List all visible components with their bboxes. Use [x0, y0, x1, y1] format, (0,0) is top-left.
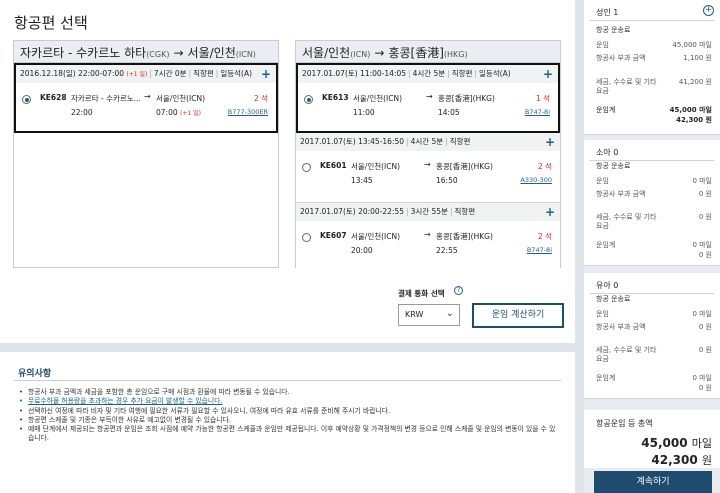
route-header: 자카르타 - 수카르노 하타(CGK) → 서울/인천(ICN): [14, 41, 278, 63]
departure-time: 20:00: [351, 246, 373, 255]
route-column-outbound: 자카르타 - 수카르노 하타(CGK) → 서울/인천(ICN) 2016.12.1…: [13, 40, 279, 268]
route-origin: 서울/인천: [302, 46, 351, 60]
departure-time: 22:00: [71, 108, 93, 117]
aircraft-link[interactable]: B777-300ER: [228, 108, 268, 116]
flight-number: KE628: [40, 93, 67, 102]
route-destination: 서울/인천: [187, 46, 236, 60]
flight-radio[interactable]: [302, 233, 311, 242]
aircraft-link[interactable]: B747-8i: [525, 108, 550, 116]
flight-radio[interactable]: [302, 163, 311, 172]
pax-child: 소아 0 항공 운송료 운임 0 마일 항공사 부과 금액 0 원 세금, 수수료 …: [584, 140, 720, 266]
departure-time: 11:00: [353, 108, 375, 117]
notice-item: 예매 단계에서 제공되는 항공편과 운임은 조회 시점에 예약 가능한 항공편 …: [18, 425, 558, 444]
departure-city: 자카르타 - 수카르노...: [71, 94, 141, 103]
arrival-city: 홍콩[香港](HKG): [436, 162, 493, 171]
flight-radio[interactable]: [22, 95, 31, 104]
pax-infant: 유아 0 항공 운송료 운임 0 마일 항공사 부과 금액 0 원 세금, 수수료 …: [584, 273, 720, 399]
departure-city: 서울/인천(ICN): [353, 94, 403, 103]
route-origin: 자카르타 - 수카르노 하타: [20, 46, 147, 60]
divider: [590, 20, 714, 21]
pax-title: 소아 0: [596, 148, 619, 157]
arrow-right-icon: →: [144, 92, 151, 101]
arrow-right-icon: →: [173, 46, 184, 60]
aircraft-link[interactable]: B747-8i: [527, 246, 552, 254]
arrow-right-icon: →: [424, 160, 431, 169]
flight-radio[interactable]: [304, 95, 313, 104]
continue-button[interactable]: 계속하기: [594, 471, 712, 493]
flight-number: KE607: [320, 231, 347, 240]
notice-item: 항공편 스케줄 및 기종은 부득이한 사유로 예고없이 변경될 수 있습니다.: [18, 416, 558, 426]
currency-select[interactable]: KRW ⌄: [398, 304, 460, 326]
chevron-down-icon: ⌄: [445, 308, 454, 319]
flight-option[interactable]: 2017.01.07(토) 20:00-22:55 | 3시간 55분 | 직항편 + …: [296, 203, 560, 273]
fare-summary-panel: 성인 1 + 항공 운송료 운임 45,000 마일 항공사 부과 금액 1,100…: [584, 0, 720, 493]
flight-summary: 2016.12.18(일) 22:00-07:00 (+1 일) | 7시간 0분 |…: [16, 65, 276, 83]
flight-option[interactable]: 2017.01.07(토) 11:00-14:05 | 4시간 5분 | 직항편 | 일등석…: [296, 63, 560, 133]
expand-plus-icon[interactable]: +: [545, 135, 555, 149]
notice-title: 유의사항: [18, 369, 52, 379]
flight-option[interactable]: 2017.01.07(토) 13:45-16:50 | 4시간 5분 | 직항편 + K…: [296, 133, 560, 203]
seats-left: 2 석: [537, 232, 552, 241]
pax-title: 성인 1: [596, 8, 619, 17]
arrival-city: 서울/인천(ICN): [156, 94, 206, 103]
divider: [590, 160, 714, 161]
arrow-right-icon: →: [374, 46, 385, 60]
notice-item: 항공사 부과 금액과 세금을 포함한 총 운임으로 구매 시점과 환율에 따라 …: [18, 388, 558, 398]
flight-number: KE601: [320, 161, 347, 170]
arrow-right-icon: →: [424, 230, 431, 239]
baggage-notice-link[interactable]: 무료수하물 허용량을 초과하는 경우 추가 요금이 발생할 수 있습니다.: [18, 397, 558, 407]
arrival-time: 16:50: [436, 176, 458, 185]
aircraft-link[interactable]: A330-300: [520, 176, 552, 184]
total-miles: 45,000 마일: [641, 436, 712, 450]
divider: [590, 293, 714, 294]
arrival-time: 07:00 (+1 일): [156, 108, 201, 117]
route-destination: 홍콩[香港]: [388, 46, 444, 60]
expand-plus-icon[interactable]: +: [261, 67, 271, 81]
flight-number: KE613: [322, 93, 349, 102]
page-title: 항공편 선택: [14, 14, 88, 32]
departure-time: 13:45: [351, 176, 373, 185]
seats-left: 2 석: [253, 94, 268, 103]
notice-item: 선택하신 여정에 따라 비자 및 기타 여행에 필요한 서류가 필요할 수 있사…: [18, 407, 558, 417]
arrival-time: 14:05: [438, 108, 460, 117]
pax-adult: 성인 1 + 항공 운송료 운임 45,000 마일 항공사 부과 금액 1,100…: [584, 0, 720, 135]
calculate-fare-button[interactable]: 운임 계산하기: [472, 303, 564, 328]
total-fare: 항공운임 등 총액 45,000 마일 42,300 원: [584, 410, 720, 468]
left-panel: 항공편 선택 자카르타 - 수카르노 하타(CGK) → 서울/인천(ICN) 20…: [0, 0, 575, 493]
notice-section: 유의사항 항공사 부과 금액과 세금을 포함한 총 운임으로 구매 시점과 환율…: [0, 352, 575, 493]
currency-value: KRW: [405, 310, 424, 319]
route-header: 서울/인천(ICN) → 홍콩[香港](HKG): [296, 41, 560, 63]
seats-left: 1 석: [535, 94, 550, 103]
route-column-return: 서울/인천(ICN) → 홍콩[香港](HKG) 2017.01.07(토) 11:…: [295, 40, 561, 273]
flight-summary: 2017.01.07(토) 13:45-16:50 | 4시간 5분 | 직항편: [296, 133, 560, 151]
flight-summary: 2017.01.07(토) 20:00-22:55 | 3시간 55분 | 직항편: [296, 203, 560, 221]
departure-city: 서울/인천(ICN): [351, 162, 401, 171]
help-icon[interactable]: ?: [454, 286, 463, 295]
arrival-city: 홍콩[香港](HKG): [436, 232, 493, 241]
total-title: 항공운임 등 총액: [596, 419, 653, 428]
currency-label: 결제 통화 선택: [398, 289, 445, 298]
arrow-right-icon: →: [426, 92, 433, 101]
flight-selection-card: 항공편 선택 자카르타 - 수카르노 하타(CGK) → 서울/인천(ICN) 20…: [0, 0, 575, 343]
divider: [14, 380, 561, 381]
departure-city: 서울/인천(ICN): [351, 232, 401, 241]
notice-list: 항공사 부과 금액과 세금을 포함한 총 운임으로 구매 시점과 환율에 따라 …: [18, 388, 558, 444]
add-passenger-icon[interactable]: +: [703, 5, 714, 16]
expand-plus-icon[interactable]: +: [545, 205, 555, 219]
total-won: 42,300 원: [651, 453, 712, 467]
expand-plus-icon[interactable]: +: [543, 67, 553, 81]
seats-left: 2 석: [537, 162, 552, 171]
flight-summary: 2017.01.07(토) 11:00-14:05 | 4시간 5분 | 직항편 | 일등석…: [298, 65, 558, 83]
flight-option[interactable]: 2016.12.18(일) 22:00-07:00 (+1 일) | 7시간 0분 |…: [14, 63, 278, 133]
pax-title: 유아 0: [596, 281, 619, 290]
arrival-city: 홍콩[香港](HKG): [438, 94, 495, 103]
arrival-time: 22:55: [436, 246, 458, 255]
